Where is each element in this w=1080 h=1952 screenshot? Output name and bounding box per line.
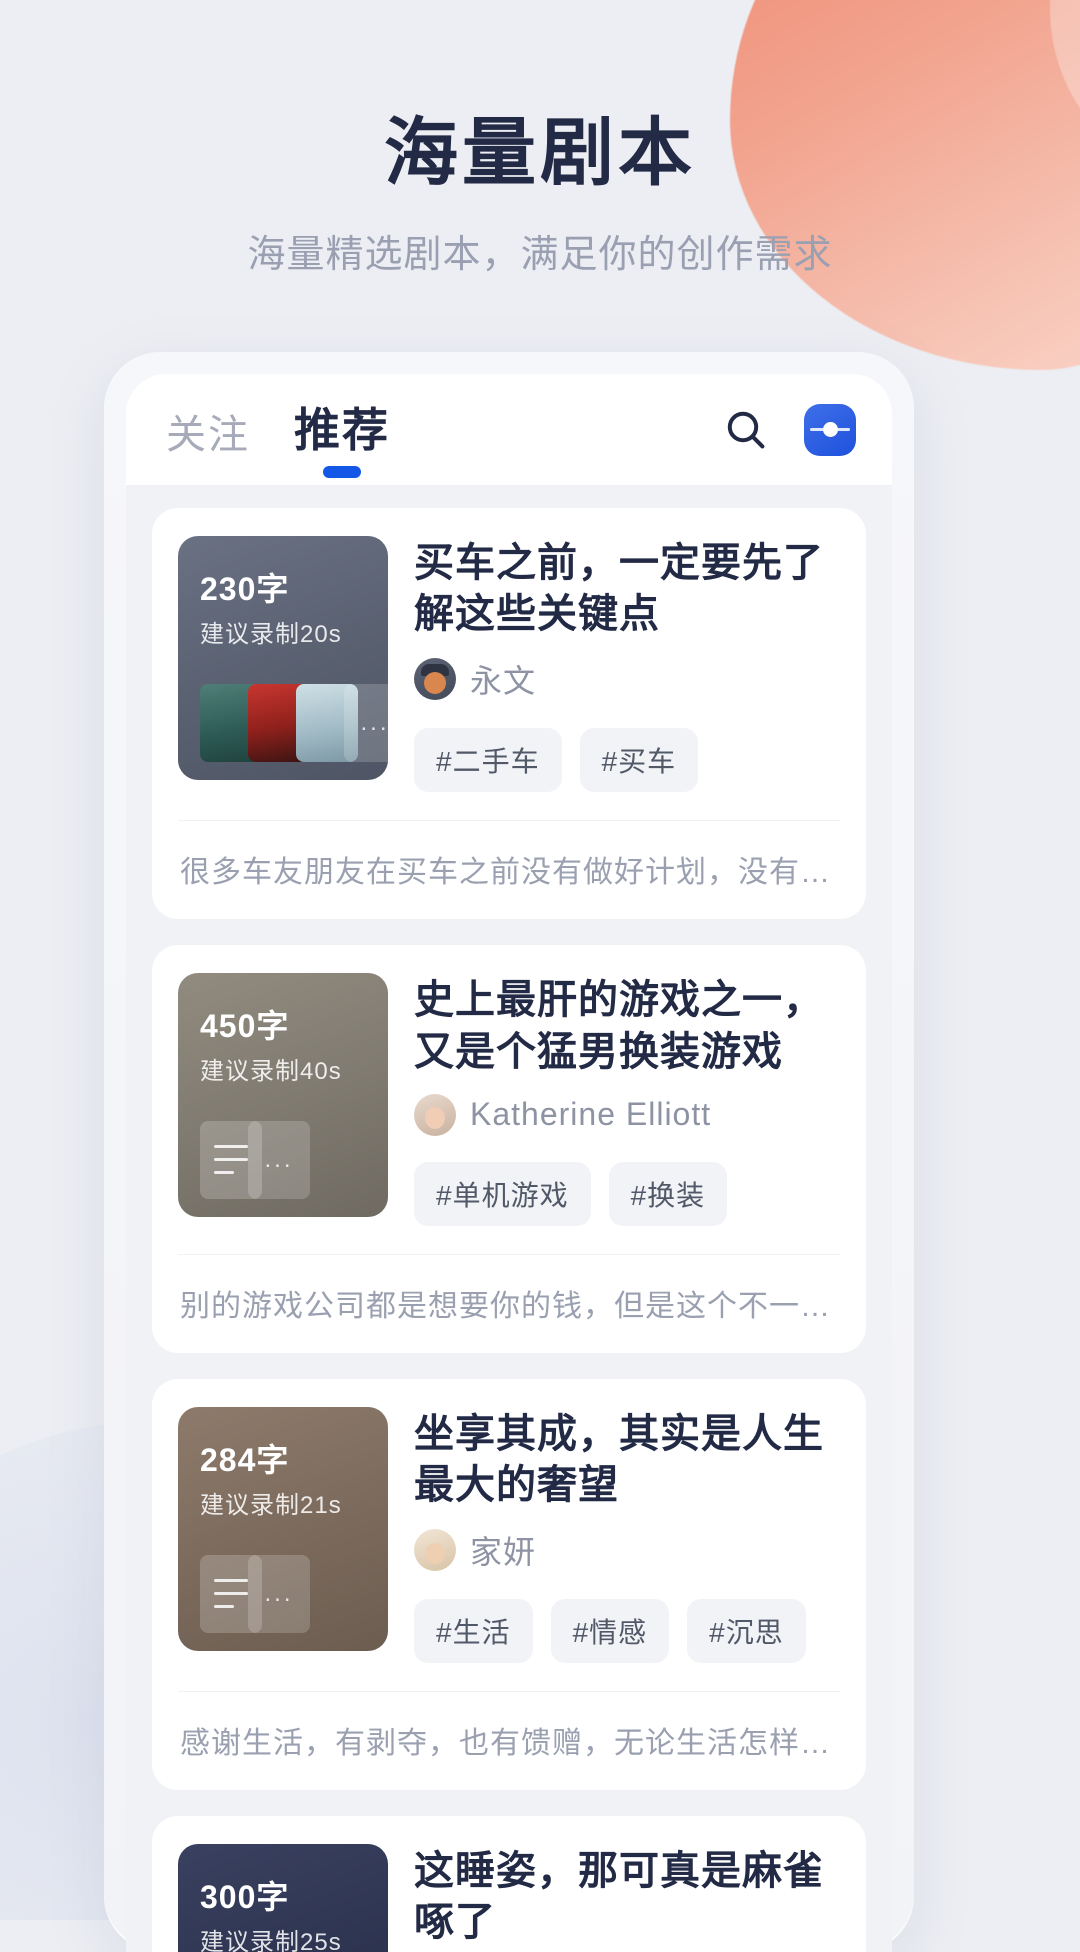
duration-label: 建议录制25s	[200, 1929, 342, 1952]
hero-section: 海量剧本 海量精选剧本，满足你的创作需求	[0, 0, 1080, 278]
card-top: 300字 建议录制25s 这睡姿，那可真是麻雀啄了	[178, 1844, 840, 1952]
word-count-label: 230字	[200, 571, 290, 607]
active-tab-indicator	[323, 465, 361, 478]
card-top: 284字 建议录制21s ... 坐享其成，其实是人生最大的奢望 家妍 #生活 …	[178, 1406, 840, 1664]
tag-chip[interactable]: #换装	[608, 1161, 728, 1226]
card-body: 买车之前，一定要先了解这些关键点 永文 #二手车 #买车	[414, 536, 840, 793]
thumbnail-image-stack: ...	[200, 1121, 310, 1200]
tag-chip[interactable]: #生活	[414, 1599, 533, 1664]
script-feed-list[interactable]: 230字 建议录制20s ... 买车之前，一定要先了解这些关键点 永文 #二手…	[126, 486, 892, 1952]
excerpt-section: 别的游戏公司都是想要你的钱，但是这个不一样，他...	[178, 1253, 840, 1353]
script-thumbnail[interactable]: 284字 建议录制21s ...	[178, 1406, 388, 1651]
tab-recommend-label: 推荐	[294, 403, 390, 456]
thumbnail-image-stack: ...	[200, 1554, 310, 1633]
excerpt-section: 很多车友朋友在买车之前没有做好计划，没有想好也...	[178, 820, 840, 919]
card-body: 这睡姿，那可真是麻雀啄了	[414, 1844, 840, 1952]
tag-chip[interactable]: #情感	[550, 1599, 670, 1664]
tag-list: #单机游戏 #换装	[414, 1161, 840, 1226]
list-item[interactable]: 284字 建议录制21s ... 坐享其成，其实是人生最大的奢望 家妍 #生活 …	[152, 1378, 866, 1791]
script-title[interactable]: 史上最肝的游戏之一，又是个猛男换装游戏	[414, 975, 840, 1077]
document-glyph	[214, 1141, 248, 1179]
script-excerpt: 感谢生活，有剥夺，也有馈赠，无论生活怎样待你都...	[180, 1727, 838, 1761]
duration-label: 建议录制40s	[200, 1058, 342, 1086]
card-top: 230字 建议录制20s ... 买车之前，一定要先了解这些关键点 永文 #二手…	[178, 536, 840, 793]
script-title[interactable]: 这睡姿，那可真是麻雀啄了	[414, 1846, 840, 1948]
tag-chip[interactable]: #买车	[579, 728, 699, 793]
more-images-icon[interactable]: ...	[344, 684, 388, 762]
document-glyph	[214, 1575, 248, 1613]
author-row[interactable]: 家妍	[414, 1527, 840, 1573]
author-name: 家妍	[470, 1534, 537, 1571]
script-title[interactable]: 坐享其成，其实是人生最大的奢望	[414, 1409, 840, 1511]
phone-screen: 关注 推荐 230字 建议录制20s ... 买车之前，一定要先了解这些关键点 …	[126, 374, 892, 1952]
list-item[interactable]: 450字 建议录制40s ... 史上最肝的游戏之一，又是个猛男换装游戏 Kat…	[152, 945, 866, 1353]
duration-label: 建议录制20s	[200, 621, 342, 648]
word-count-label: 450字	[200, 1008, 290, 1045]
excerpt-section: 感谢生活，有剥夺，也有馈赠，无论生活怎样待你都...	[178, 1691, 840, 1790]
script-thumbnail[interactable]: 450字 建议录制40s ...	[178, 973, 388, 1218]
tab-recommend[interactable]: 推荐	[294, 394, 390, 478]
author-row[interactable]: 永文	[414, 656, 840, 702]
script-thumbnail[interactable]: 300字 建议录制25s	[178, 1844, 388, 1952]
record-toggle-dot	[822, 422, 838, 437]
script-excerpt: 别的游戏公司都是想要你的钱，但是这个不一样，他...	[180, 1289, 838, 1323]
list-item[interactable]: 300字 建议录制25s 这睡姿，那可真是麻雀啄了	[152, 1816, 866, 1952]
script-title[interactable]: 买车之前，一定要先了解这些关键点	[414, 538, 840, 640]
script-thumbnail[interactable]: 230字 建议录制20s ...	[178, 536, 388, 780]
author-name: 永文	[470, 663, 537, 700]
tag-chip[interactable]: #沉思	[687, 1599, 806, 1664]
avatar	[414, 1529, 456, 1572]
page-title: 海量剧本	[384, 111, 696, 194]
search-icon[interactable]	[722, 406, 770, 454]
card-body: 坐享其成，其实是人生最大的奢望 家妍 #生活 #情感 #沉思	[414, 1407, 840, 1664]
card-body: 史上最肝的游戏之一，又是个猛男换装游戏 Katherine Elliott #单…	[414, 973, 840, 1226]
tag-list: #生活 #情感 #沉思	[414, 1599, 840, 1664]
author-name: Katherine Elliott	[470, 1096, 712, 1133]
script-excerpt: 很多车友朋友在买车之前没有做好计划，没有想好也...	[180, 856, 838, 890]
phone-mockup-frame: 关注 推荐 230字 建议录制20s ... 买车之前，一定要先了解这些关键点 …	[104, 352, 914, 1952]
list-item[interactable]: 230字 建议录制20s ... 买车之前，一定要先了解这些关键点 永文 #二手…	[152, 508, 866, 920]
tag-chip[interactable]: #二手车	[414, 728, 562, 793]
tab-bar: 关注 推荐	[166, 394, 722, 478]
avatar	[414, 658, 456, 701]
avatar	[414, 1093, 456, 1136]
tag-list: #二手车 #买车	[414, 728, 840, 793]
header-actions	[722, 403, 856, 456]
tab-following[interactable]: 关注	[166, 402, 250, 466]
record-toggle-icon[interactable]	[804, 403, 856, 456]
page-subtitle: 海量精选剧本，满足你的创作需求	[247, 234, 833, 277]
card-top: 450字 建议录制40s ... 史上最肝的游戏之一，又是个猛男换装游戏 Kat…	[178, 973, 840, 1226]
author-row[interactable]: Katherine Elliott	[414, 1093, 840, 1136]
tab-following-label: 关注	[166, 412, 250, 457]
more-images-icon[interactable]: ...	[248, 1554, 310, 1633]
more-images-icon[interactable]: ...	[248, 1121, 310, 1200]
app-header: 关注 推荐	[126, 374, 892, 486]
word-count-label: 284字	[200, 1441, 290, 1478]
tag-chip[interactable]: #单机游戏	[414, 1161, 591, 1226]
duration-label: 建议录制21s	[200, 1491, 342, 1519]
thumbnail-image-stack: ...	[200, 684, 388, 762]
word-count-label: 300字	[200, 1879, 290, 1916]
